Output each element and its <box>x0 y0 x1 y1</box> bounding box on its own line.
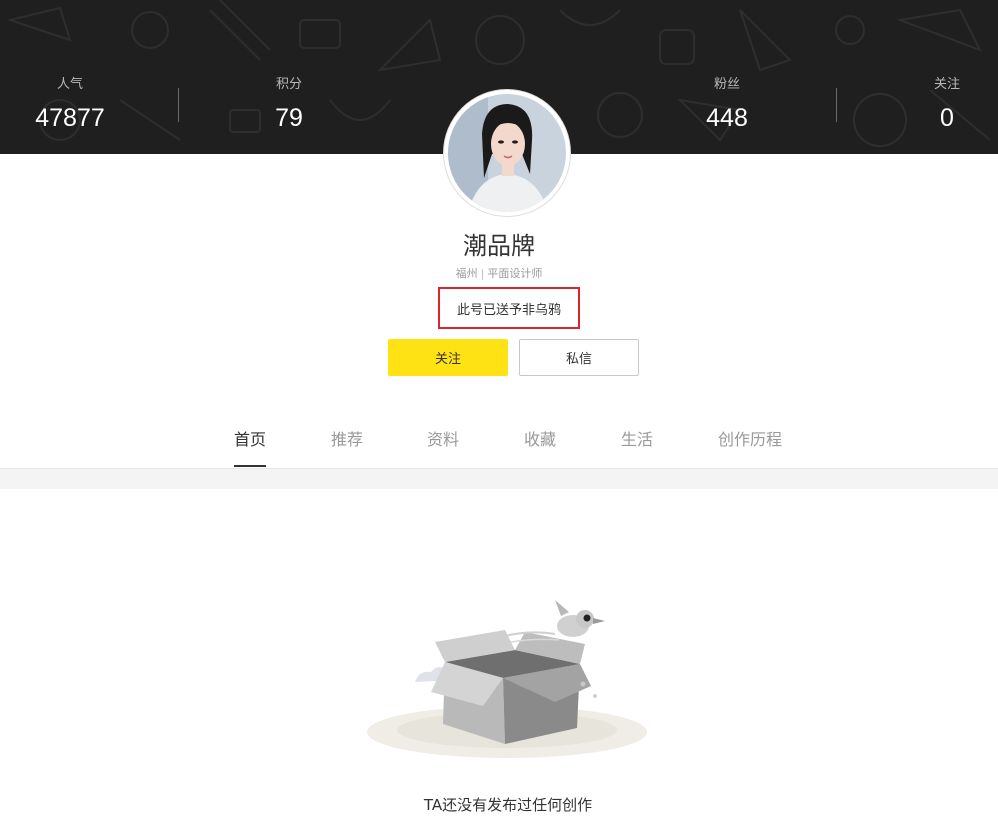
stat-points-value: 79 <box>275 104 303 132</box>
tab-life[interactable]: 生活 <box>621 428 653 452</box>
message-button[interactable]: 私信 <box>519 339 639 376</box>
stat-popularity-value: 47877 <box>35 104 105 132</box>
profile-meta: 福州 | 平面设计师 <box>0 266 998 282</box>
profile-city: 福州 <box>455 267 478 280</box>
stat-fans[interactable]: 粉丝 448 <box>657 76 797 133</box>
stat-following-label: 关注 <box>933 77 960 92</box>
profile-intro-highlight: 此号已送予非乌鸦 <box>438 287 580 329</box>
avatar-portrait-image <box>448 94 566 212</box>
stat-points: 积分 79 <box>219 76 359 133</box>
active-tab-indicator <box>234 465 266 467</box>
content-top-band <box>0 469 998 489</box>
empty-state-message: TA还没有发布过任何创作 <box>423 796 593 814</box>
profile-meta-separator: | <box>480 267 485 280</box>
stat-popularity-label: 人气 <box>56 77 83 92</box>
profile-intro: 此号已送予非乌鸦 <box>456 302 561 318</box>
tab-creation-history[interactable]: 创作历程 <box>718 428 782 452</box>
profile-occupation: 平面设计师 <box>487 267 543 280</box>
stat-fans-label: 粉丝 <box>713 77 740 92</box>
follow-button[interactable]: 关注 <box>388 339 508 376</box>
stat-divider <box>178 88 179 122</box>
stat-points-label: 积分 <box>275 77 302 92</box>
stat-popularity: 人气 47877 <box>0 76 140 133</box>
stat-following[interactable]: 关注 0 <box>877 76 998 133</box>
avatar[interactable] <box>444 90 570 216</box>
tab-home[interactable]: 首页 <box>234 428 266 452</box>
tab-recommend[interactable]: 推荐 <box>331 428 363 452</box>
stat-fans-value: 448 <box>706 104 748 132</box>
profile-tabs: 首页 推荐 资料 收藏 生活 创作历程 <box>0 418 998 468</box>
profile-name: 潮品牌 <box>463 232 535 260</box>
empty-box-illustration-icon <box>367 600 647 758</box>
stat-following-value: 0 <box>940 104 954 132</box>
tab-favorites[interactable]: 收藏 <box>524 428 556 452</box>
stat-divider <box>836 88 837 122</box>
tab-info[interactable]: 资料 <box>427 428 459 452</box>
